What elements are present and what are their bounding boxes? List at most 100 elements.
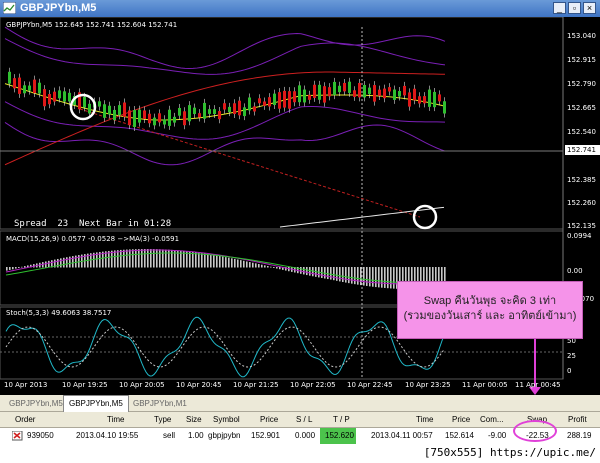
time-tick: 10 Apr 19:25 <box>62 381 108 389</box>
candle-body <box>53 91 56 102</box>
macd-histogram-bar <box>360 267 362 286</box>
tab-gbpjpy-m1[interactable]: GBPJPYbn,M1 <box>128 396 192 411</box>
time-tick: 11 Apr 00:05 <box>462 381 508 389</box>
macd-histogram-bar <box>378 267 380 288</box>
macd-histogram-bar <box>270 266 272 268</box>
candle-body <box>338 85 341 93</box>
tab-gbpjpy-m5-active[interactable]: GBPJPYbn,M5 <box>63 395 129 413</box>
macd-histogram-bar <box>387 267 389 289</box>
candle-body <box>248 97 251 111</box>
macd-histogram-bar <box>228 257 230 268</box>
candle-body <box>363 84 366 98</box>
bottom-strip: [750x555] https://upic.me/ <box>0 444 600 463</box>
candle-body <box>408 92 411 107</box>
close-button[interactable]: × <box>583 2 596 14</box>
candle-body <box>318 84 321 100</box>
candle-body <box>23 85 26 94</box>
macd-histogram-bar <box>144 249 146 268</box>
col-tp[interactable]: T / P <box>333 412 350 428</box>
macd-histogram-bar <box>129 249 131 268</box>
col-order[interactable]: Order <box>15 412 35 428</box>
candle-body <box>163 119 166 125</box>
col-price[interactable]: Price <box>260 412 278 428</box>
candle-body <box>278 92 281 109</box>
macd-histogram-bar <box>381 267 383 288</box>
minimize-button[interactable]: _ <box>553 2 566 14</box>
candle-body <box>88 103 91 114</box>
macd-histogram-bar <box>303 267 305 275</box>
macd-histogram-bar <box>204 253 206 268</box>
macd-histogram-bar <box>279 267 281 270</box>
col-close-time[interactable]: Time <box>416 412 433 428</box>
candle-body <box>38 82 41 94</box>
macd-histogram-bar <box>249 262 251 268</box>
table-row[interactable]: 939050 2013.04.10 19:55 sell 1.00 gbpjpy… <box>0 428 600 444</box>
price-tick: 152.540 <box>567 128 596 136</box>
current-price-tag: 152.741 <box>565 145 600 155</box>
macd-histogram-bar <box>273 267 275 268</box>
col-time[interactable]: Time <box>107 412 124 428</box>
swap-annotation-box: Swap คืนวันพุธ จะคิด 3 เท่า (รวมของวันเส… <box>397 281 583 339</box>
macd-histogram-bar <box>225 257 227 268</box>
annotation-line-2: (รวมของวันเสาร์ และ อาทิตย์เข้ามา) <box>403 310 577 322</box>
macd-label: MACD(15,26,9) 0.0577 -0.0528 −>MA(3) -0.… <box>6 235 180 243</box>
macd-histogram-bar <box>21 266 23 268</box>
candle-body <box>108 105 111 115</box>
macd-histogram-bar <box>246 261 248 268</box>
macd-histogram-bar <box>342 267 344 283</box>
col-type[interactable]: Type <box>154 412 171 428</box>
candle-body <box>83 96 86 108</box>
time-tick: 10 Apr 23:25 <box>405 381 451 389</box>
macd-histogram-bar <box>156 249 158 268</box>
macd-histogram-bar <box>348 267 350 284</box>
cell-symbol: gbpjpybn <box>208 431 241 440</box>
col-close-price[interactable]: Price <box>452 412 470 428</box>
price-tick: 152.385 <box>567 176 596 184</box>
macd-histogram-bar <box>9 267 11 270</box>
price-tick: 152.260 <box>567 199 596 207</box>
macd-histogram-bar <box>345 267 347 283</box>
order-closed-icon <box>12 431 23 441</box>
history-table-header: Order Time Type Size Symbol Price S / L … <box>0 412 600 428</box>
macd-histogram-bar <box>357 267 359 285</box>
macd-histogram-bar <box>333 267 335 281</box>
candle-body <box>428 89 431 107</box>
macd-histogram-bar <box>15 267 17 269</box>
upper-band-inner <box>4 38 446 75</box>
col-symbol[interactable]: Symbol <box>213 412 240 428</box>
stoch-signal-line <box>5 326 445 368</box>
candle-body <box>238 100 241 116</box>
candle-body <box>323 86 326 103</box>
col-size[interactable]: Size <box>186 412 202 428</box>
candle-body <box>343 82 346 92</box>
macd-histogram-bar <box>366 267 368 286</box>
maximize-button[interactable]: ▫ <box>568 2 581 14</box>
macd-histogram-bar <box>306 267 308 276</box>
macd-histogram-bar <box>66 257 68 268</box>
candle-body <box>368 87 371 95</box>
candle-body <box>113 109 116 121</box>
macd-histogram-bar <box>234 258 236 268</box>
candle-body <box>68 92 71 102</box>
macd-tick: 0.0994 <box>567 232 592 240</box>
macd-histogram-bar <box>108 250 110 268</box>
macd-histogram-bar <box>126 249 128 268</box>
candle-body <box>438 94 441 102</box>
macd-histogram-bar <box>45 261 47 268</box>
chart-area[interactable]: GBPJPYbn,M5 152.645 152.741 152.604 152.… <box>0 17 600 395</box>
cell-time: 2013.04.10 19:55 <box>76 431 139 440</box>
macd-histogram-bar <box>309 267 311 276</box>
col-sl[interactable]: S / L <box>296 412 312 428</box>
time-tick: 10 Apr 20:45 <box>176 381 222 389</box>
col-commission[interactable]: Com... <box>480 412 504 428</box>
tab-gbpjpy-m5-1[interactable]: GBPJPYbn,M5 <box>4 396 68 411</box>
candle-body <box>353 90 356 97</box>
candle-body <box>413 88 416 101</box>
macd-histogram-bar <box>18 267 20 268</box>
macd-histogram-bar <box>216 255 218 268</box>
candle-body <box>133 110 136 128</box>
col-profit[interactable]: Profit <box>568 412 587 428</box>
macd-histogram-bar <box>267 266 269 268</box>
macd-histogram-bar <box>138 249 140 268</box>
cell-close-price: 152.614 <box>445 431 474 440</box>
